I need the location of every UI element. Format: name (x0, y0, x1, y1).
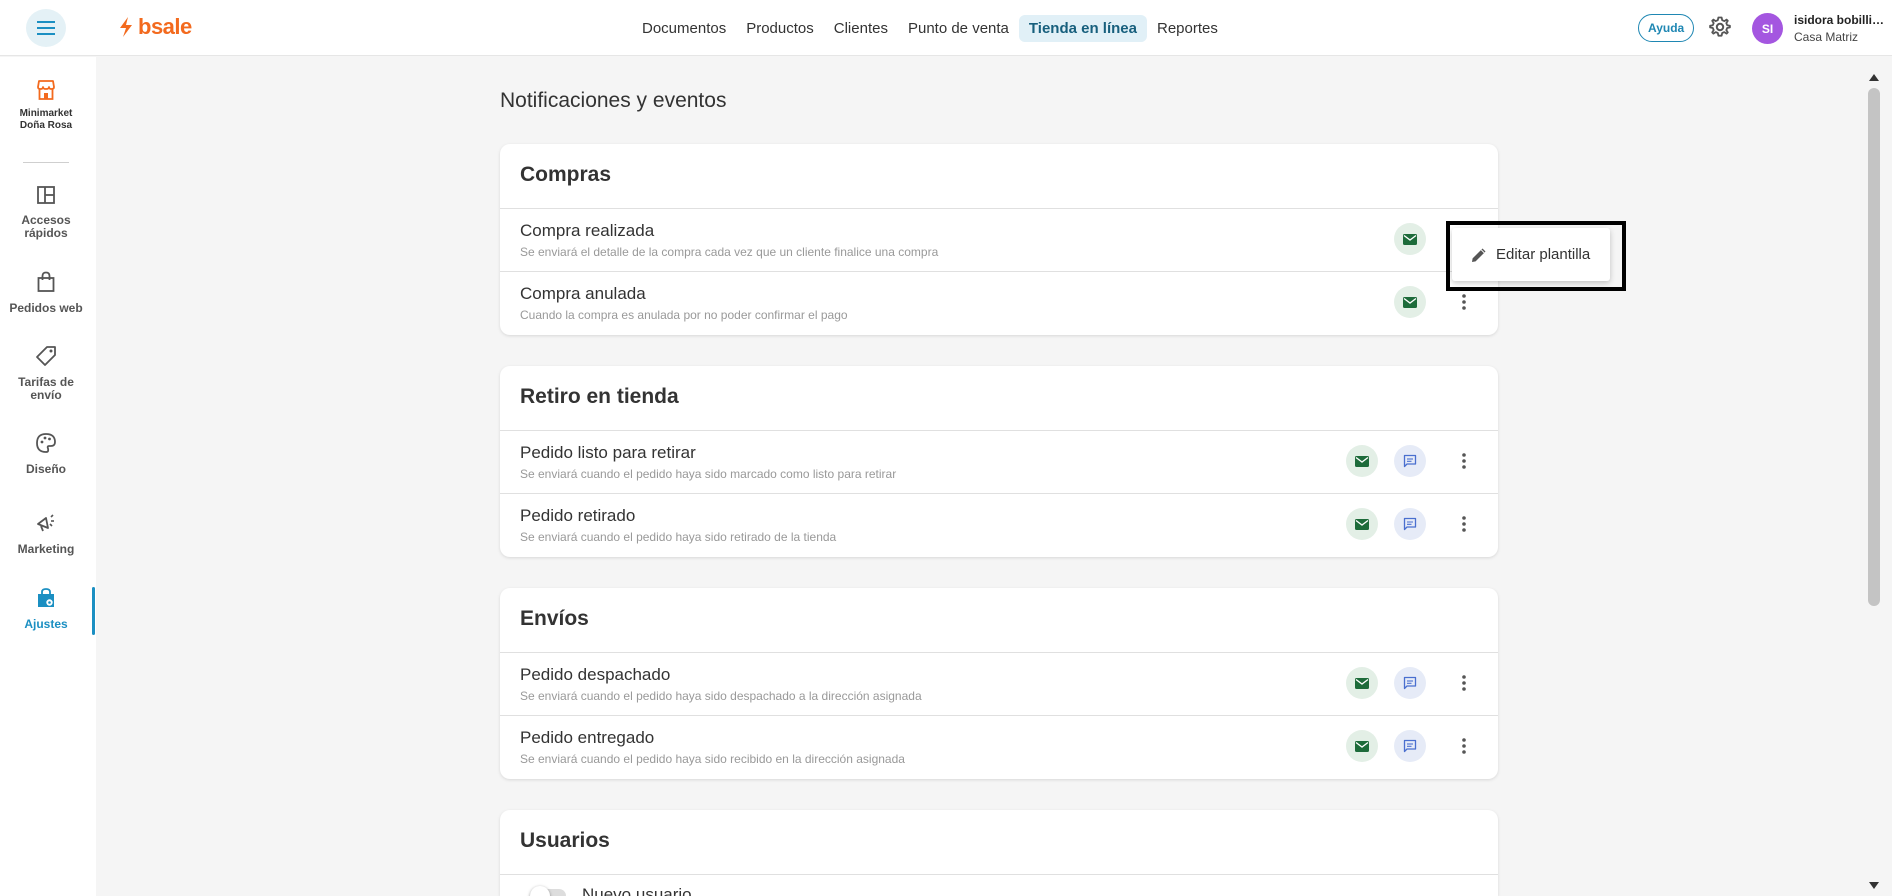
nav-documentos[interactable]: Documentos (632, 15, 736, 42)
more-vertical-icon (1462, 453, 1466, 469)
sidebar-item-label: Diseño (25, 462, 66, 476)
notification-desc: Cuando la compra es anulada por no poder… (520, 308, 848, 322)
sidebar-item-pedidos-web[interactable]: Pedidos web (0, 271, 92, 315)
main-nav: Documentos Productos Clientes Punto de v… (632, 15, 1228, 42)
sidebar-item-ajustes[interactable]: Ajustes (0, 587, 92, 631)
store-name-line2: Doña Rosa (19, 120, 73, 131)
nav-tienda-en-linea[interactable]: Tienda en línea (1018, 15, 1147, 42)
chat-icon (1403, 454, 1417, 468)
mail-icon (1403, 233, 1417, 245)
active-indicator (92, 587, 95, 635)
more-vertical-icon (1462, 516, 1466, 532)
email-channel-button[interactable] (1394, 223, 1426, 255)
pencil-icon (1472, 248, 1486, 262)
section-title: Retiro en tienda (500, 366, 1498, 431)
more-options-button[interactable] (1448, 730, 1480, 762)
sidebar: Minimarket Doña Rosa Accesos rápidos Ped… (0, 57, 96, 896)
email-channel-button[interactable] (1346, 730, 1378, 762)
more-vertical-icon (1462, 294, 1466, 310)
edit-template-menu-item[interactable]: Editar plantilla (1452, 228, 1610, 281)
chat-channel-button[interactable] (1394, 730, 1426, 762)
nav-productos[interactable]: Productos (736, 15, 824, 42)
scrollbar-thumb[interactable] (1868, 88, 1880, 606)
store-name-line1: Minimarket (19, 108, 73, 119)
user-branch: Casa Matriz (1794, 30, 1859, 44)
sidebar-item-label: envío (30, 388, 62, 402)
chat-icon (1403, 517, 1417, 531)
more-options-button[interactable] (1448, 667, 1480, 699)
chat-channel-button[interactable] (1394, 508, 1426, 540)
nav-reportes[interactable]: Reportes (1147, 15, 1228, 42)
section-title: Compras (500, 144, 1498, 209)
sidebar-item-diseno[interactable]: Diseño (0, 432, 92, 476)
megaphone-icon (37, 514, 54, 532)
notification-row: Pedido listo para retirar Se enviará cua… (500, 431, 1498, 494)
sidebar-divider (23, 162, 69, 163)
more-vertical-icon (1462, 738, 1466, 754)
nav-clientes[interactable]: Clientes (824, 15, 898, 42)
notification-title: Nuevo usuario (582, 885, 692, 896)
sidebar-item-marketing[interactable]: Marketing (0, 512, 92, 556)
sidebar-item-label: Marketing (17, 542, 75, 556)
gear-icon[interactable] (1708, 15, 1732, 39)
more-vertical-icon (1462, 675, 1466, 691)
shopping-bag-icon (37, 271, 55, 292)
sidebar-item-label: rápidos (24, 226, 68, 240)
mail-icon (1355, 518, 1369, 530)
section-card-compras: Compras Compra realizada Se enviará el d… (500, 144, 1498, 335)
chat-icon (1403, 676, 1417, 690)
bsale-logo-icon (120, 17, 132, 37)
store-selector[interactable]: Minimarket Doña Rosa (0, 79, 92, 132)
sidebar-item-accesos-rapidos[interactable]: Accesos rápidos (0, 185, 92, 240)
nav-punto-de-venta[interactable]: Punto de venta (898, 15, 1019, 42)
more-options-button[interactable] (1448, 508, 1480, 540)
sidebar-item-tarifas-de-envio[interactable]: Tarifas de envío (0, 345, 92, 402)
mail-icon (1355, 677, 1369, 689)
notification-row: Compra realizada Se enviará el detalle d… (500, 209, 1498, 272)
edit-template-label: Editar plantilla (1496, 246, 1591, 263)
notification-title: Compra anulada (520, 284, 646, 303)
help-button[interactable]: Ayuda (1638, 14, 1695, 42)
email-channel-button[interactable] (1346, 445, 1378, 477)
user-name[interactable]: isidora bobillie... (1794, 13, 1886, 27)
scroll-down-arrow[interactable] (1869, 882, 1879, 889)
chat-channel-button[interactable] (1394, 445, 1426, 477)
tag-icon (36, 346, 56, 366)
email-channel-button[interactable] (1346, 508, 1378, 540)
chat-icon (1403, 739, 1417, 753)
palette-icon (36, 433, 56, 453)
section-title: Envíos (500, 588, 1498, 653)
layout-icon (37, 186, 55, 204)
store-icon (37, 80, 55, 100)
notification-title: Compra realizada (520, 221, 655, 240)
notification-row: Pedido entregado Se enviará cuando el pe… (500, 716, 1498, 779)
avatar[interactable]: SI (1752, 13, 1783, 44)
chat-channel-button[interactable] (1394, 667, 1426, 699)
sidebar-item-label: Ajustes (24, 617, 68, 631)
notification-row: Pedido retirado Se enviará cuando el ped… (500, 494, 1498, 557)
section-title: Usuarios (500, 810, 1498, 875)
email-channel-button[interactable] (1346, 667, 1378, 699)
section-card-usuarios: Usuarios Nuevo usuario (500, 810, 1498, 896)
scroll-up-arrow[interactable] (1869, 74, 1879, 81)
hamburger-menu-button[interactable] (26, 9, 66, 47)
email-channel-button[interactable] (1394, 286, 1426, 318)
mail-icon (1355, 740, 1369, 752)
notification-desc: Se enviará el detalle de la compra cada … (520, 245, 939, 259)
page-title: Notificaciones y eventos (500, 89, 727, 112)
notification-row: Pedido despachado Se enviará cuando el p… (500, 653, 1498, 716)
mail-icon (1355, 455, 1369, 467)
more-options-button[interactable] (1448, 445, 1480, 477)
section-card-envios: Envíos Pedido despachado Se enviará cuan… (500, 588, 1498, 779)
logo-text: bsale (138, 14, 192, 39)
sidebar-item-label: Pedidos web (9, 301, 83, 315)
section-card-retiro-en-tienda: Retiro en tienda Pedido listo para retir… (500, 366, 1498, 557)
bsale-logo[interactable]: bsale (118, 14, 192, 40)
notification-row: Nuevo usuario (500, 875, 1498, 896)
mail-icon (1403, 296, 1417, 308)
settings-bag-icon (38, 588, 54, 607)
menu-icon (37, 21, 55, 35)
notification-row: Compra anulada Cuando la compra es anula… (500, 272, 1498, 335)
top-bar: bsale Documentos Productos Clientes Punt… (0, 0, 1892, 56)
